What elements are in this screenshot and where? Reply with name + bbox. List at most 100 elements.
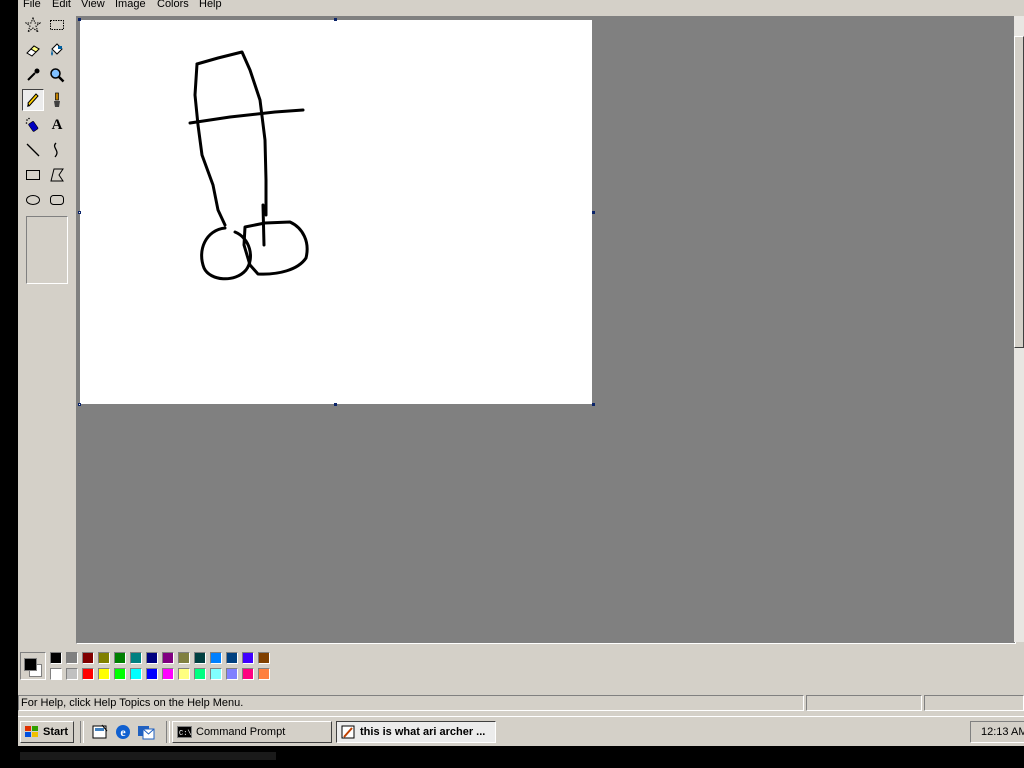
pencil-icon (27, 93, 39, 107)
canvas-workspace (76, 16, 1016, 644)
palette-color-swatch[interactable] (50, 652, 62, 664)
palette-color-swatch[interactable] (242, 652, 254, 664)
palette-color-swatch[interactable] (226, 668, 238, 680)
task-paint-window[interactable]: this is what ari archer ... (336, 721, 496, 743)
line-tool[interactable] (22, 139, 44, 161)
status-selection-size (924, 695, 1024, 711)
palette-color-swatch[interactable] (130, 668, 142, 680)
eyedropper-icon (27, 68, 40, 81)
tool-options-box[interactable] (26, 216, 68, 284)
menu-edit[interactable]: Edit (52, 0, 71, 10)
color-box (18, 644, 1024, 688)
palette-color-swatch[interactable] (226, 652, 238, 664)
eraser-tool[interactable] (22, 39, 44, 61)
curve-icon (53, 142, 58, 158)
system-tray: 12:13 AM (970, 721, 1024, 743)
foreground-color-swatch (24, 658, 37, 671)
menu-image[interactable]: Image (115, 0, 146, 10)
palette-color-swatch[interactable] (82, 668, 94, 680)
free-form-select-tool[interactable] (22, 14, 44, 36)
palette-color-swatch[interactable] (114, 652, 126, 664)
select-tool[interactable] (46, 14, 68, 36)
text-tool[interactable]: A (46, 114, 68, 136)
palette-color-swatch[interactable] (162, 668, 174, 680)
resize-handle-bottom-left (78, 403, 81, 406)
svg-text:C:\: C:\ (179, 730, 192, 738)
palette-color-swatch[interactable] (146, 668, 158, 680)
airbrush-tool[interactable] (22, 114, 44, 136)
pencil-drawing (188, 50, 309, 281)
resize-handle-bottom-right[interactable] (592, 403, 595, 406)
palette-color-swatch[interactable] (242, 668, 254, 680)
menu-view[interactable]: View (81, 0, 105, 10)
palette-color-swatch[interactable] (194, 668, 206, 680)
palette-color-swatch[interactable] (210, 652, 222, 664)
rectangle-icon (26, 170, 40, 180)
palette-color-swatch[interactable] (98, 668, 110, 680)
task-command-prompt[interactable]: C:\ Command Prompt (172, 721, 332, 743)
vertical-scrollbar[interactable] (1014, 16, 1024, 642)
palette-color-swatch[interactable] (162, 652, 174, 664)
polygon-tool[interactable] (46, 164, 68, 186)
paint-bucket-icon (51, 43, 63, 56)
palette-color-swatch[interactable] (66, 652, 78, 664)
palette-color-swatch[interactable] (178, 652, 190, 664)
palette-color-swatch[interactable] (98, 652, 110, 664)
rounded-rectangle-icon (50, 195, 64, 205)
drawing-canvas[interactable] (80, 20, 592, 404)
menu-colors[interactable]: Colors (157, 0, 189, 10)
palette-color-swatch[interactable] (130, 652, 142, 664)
palette-color-swatch[interactable] (146, 652, 158, 664)
star-select-icon (25, 17, 41, 33)
ellipse-tool[interactable] (22, 189, 44, 211)
status-cursor-position (806, 695, 922, 711)
menu-file[interactable]: File (23, 0, 41, 10)
magnifier-tool[interactable] (46, 64, 68, 86)
brush-tool[interactable] (46, 89, 68, 111)
taskbar: Start e C:\ Command Prompt this is what … (18, 716, 1024, 746)
rounded-rectangle-tool[interactable] (46, 189, 68, 211)
show-desktop-icon[interactable] (91, 723, 109, 741)
paint-window: File Edit View Image Colors Help A For H… (18, 0, 1024, 716)
bottom-strip (18, 746, 1024, 768)
menu-bar: File Edit View Image Colors Help (18, 0, 1024, 12)
scrollbar-thumb[interactable] (1014, 36, 1024, 348)
palette-color-swatch[interactable] (178, 668, 190, 680)
resize-handle-right[interactable] (592, 211, 595, 214)
fill-tool[interactable] (46, 39, 68, 61)
pencil-tool[interactable] (22, 89, 44, 111)
resize-handle-top-left (78, 18, 81, 21)
clock[interactable]: 12:13 AM (981, 726, 1024, 738)
palette-color-swatch[interactable] (66, 668, 78, 680)
internet-explorer-icon[interactable]: e (114, 723, 132, 741)
resize-handle-top (334, 18, 337, 21)
windows-logo-icon (25, 726, 38, 737)
start-label: Start (43, 726, 69, 738)
taskbar-separator (166, 721, 170, 743)
outlook-express-icon[interactable] (137, 723, 155, 741)
palette-color-swatch[interactable] (258, 652, 270, 664)
start-button[interactable]: Start (20, 721, 74, 743)
task-label: this is what ari archer ... (360, 726, 486, 738)
palette-color-swatch[interactable] (50, 668, 62, 680)
ellipse-icon (26, 195, 40, 205)
magnifier-icon (50, 68, 65, 83)
status-help-text: For Help, click Help Topics on the Help … (18, 695, 804, 711)
menu-help[interactable]: Help (199, 0, 222, 10)
polygon-icon (50, 168, 64, 182)
resize-handle-left (78, 211, 81, 214)
pick-color-tool[interactable] (22, 64, 44, 86)
status-bar: For Help, click Help Topics on the Help … (18, 692, 1024, 714)
rectangle-tool[interactable] (22, 164, 44, 186)
palette-color-swatch[interactable] (194, 652, 206, 664)
line-icon (26, 143, 40, 157)
palette-color-swatch[interactable] (82, 652, 94, 664)
palette-color-swatch[interactable] (114, 668, 126, 680)
rect-select-icon (50, 20, 64, 30)
resize-handle-bottom[interactable] (334, 403, 337, 406)
palette-color-swatch[interactable] (210, 668, 222, 680)
curve-tool[interactable] (46, 139, 68, 161)
palette-color-swatch[interactable] (258, 668, 270, 680)
brush-icon (54, 92, 60, 107)
command-prompt-icon: C:\ (177, 726, 192, 738)
